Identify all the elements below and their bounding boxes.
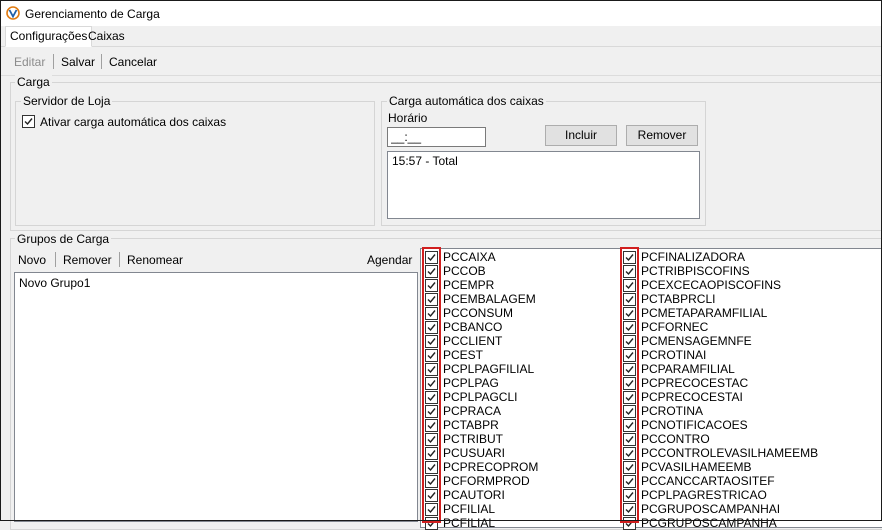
agendar-button[interactable]: Agendar: [367, 253, 412, 267]
renomear-button[interactable]: Renomear: [127, 253, 183, 267]
edit-button[interactable]: Editar: [14, 55, 45, 69]
save-button[interactable]: Salvar: [61, 55, 95, 69]
groups-list[interactable]: Novo Grupo1: [14, 272, 418, 522]
table-item-label: PCMENSAGEMNFE: [641, 334, 752, 348]
incluir-button[interactable]: Incluir: [545, 125, 617, 146]
table-item-label: PCGRUPOSCAMPANHA: [641, 516, 777, 530]
table-item-label: PCCONSUM: [443, 306, 514, 320]
table-item-label: PCCANCCARTAOSITEF: [641, 474, 775, 488]
table-item-label: PCEXCECAOPISCOFINS: [641, 278, 782, 292]
list-item[interactable]: 15:57 - Total: [392, 154, 458, 168]
app-logo-icon: [6, 6, 20, 20]
tab-configuracoes[interactable]: Configurações: [5, 26, 93, 47]
window-title: Gerenciamento de Carga: [25, 7, 160, 21]
table-item-label: PCFILIAL: [443, 516, 496, 530]
auto-carga-checkbox[interactable]: [22, 115, 35, 128]
table-item-label: PCBANCO: [443, 320, 503, 334]
toolbar-separator: [101, 54, 102, 69]
tab-caixas[interactable]: Caixas: [84, 27, 129, 45]
table-item-label: PCPLPAG: [443, 376, 499, 390]
list-item[interactable]: Novo Grupo1: [19, 276, 90, 290]
tab-strip: [1, 26, 881, 47]
table-item-label: PCTABPRCLI: [641, 292, 716, 306]
table-item-label: PCPLPAGRESTRICAO: [641, 488, 767, 502]
table-item-label: PCNOTIFICACOES: [641, 418, 748, 432]
table-item-label: PCROTINA: [641, 404, 704, 418]
table-item-label: PCCONTROLEVASILHAMEEMB: [641, 446, 819, 460]
table-item-label: PCCOB: [443, 264, 486, 278]
carga-automatica-legend: Carga automática dos caixas: [387, 94, 546, 108]
remover-grupo-button[interactable]: Remover: [63, 253, 112, 267]
remover-horario-button[interactable]: Remover: [626, 125, 698, 146]
table-item-label: PCTRIBUT: [443, 432, 503, 446]
table-item-label: PCEMBALAGEM: [443, 292, 536, 306]
table-item-label: PCEMPR: [443, 278, 495, 292]
table-item-label: PCPRECOCESTAI: [641, 390, 743, 404]
toolbar-separator: [53, 54, 54, 69]
horario-input[interactable]: [387, 127, 486, 147]
highlight-box-right: [620, 247, 639, 523]
toolbar-separator: [119, 252, 120, 267]
table-item-label: PCCAIXA: [443, 250, 496, 264]
table-item-label: PCEST: [443, 348, 484, 362]
table-item-label: PCUSUARI: [443, 446, 506, 460]
table-item-label: PCPRECOPROM: [443, 460, 539, 474]
highlight-box-left: [422, 247, 441, 523]
table-item-label: PCTRIBPISCOFINS: [641, 264, 750, 278]
table-item-label: PCPLPAGFILIAL: [443, 362, 535, 376]
table-item-label: PCAUTORI: [443, 488, 505, 502]
toolbar-separator: [55, 252, 56, 267]
carga-legend: Carga: [15, 75, 52, 89]
table-item-label: PCGRUPOSCAMPANHAI: [641, 502, 781, 516]
table-item-label: PCPARAMFILIAL: [641, 362, 735, 376]
table-item-label: PCPLPAGCLI: [443, 390, 518, 404]
table-item-label: PCPRACA: [443, 404, 502, 418]
schedule-list[interactable]: 15:57 - Total: [387, 151, 700, 219]
table-item-label: PCTABPR: [443, 418, 499, 432]
table-item-label: PCFINALIZADORA: [641, 250, 746, 264]
table-item-label: PCVASILHAMEEMB: [641, 460, 752, 474]
table-item-label: PCROTINAI: [641, 348, 707, 362]
servidor-legend: Servidor de Loja: [21, 94, 113, 108]
table-item-label: PCPRECOCESTAC: [641, 376, 749, 390]
table-item-label: PCFORNEC: [641, 320, 709, 334]
cancel-button[interactable]: Cancelar: [109, 55, 157, 69]
table-item-label: PCMETAPARAMFILIAL: [641, 306, 768, 320]
grupos-legend: Grupos de Carga: [15, 232, 112, 246]
horario-label: Horário: [388, 111, 428, 125]
auto-carga-label: Ativar carga automática dos caixas: [40, 115, 227, 129]
table-item-label: PCCONTRO: [641, 432, 710, 446]
novo-button[interactable]: Novo: [18, 253, 46, 267]
table-item-label: PCFILIAL: [443, 502, 496, 516]
table-item-label: PCFORMPROD: [443, 474, 530, 488]
table-item-label: PCCLIENT: [443, 334, 503, 348]
